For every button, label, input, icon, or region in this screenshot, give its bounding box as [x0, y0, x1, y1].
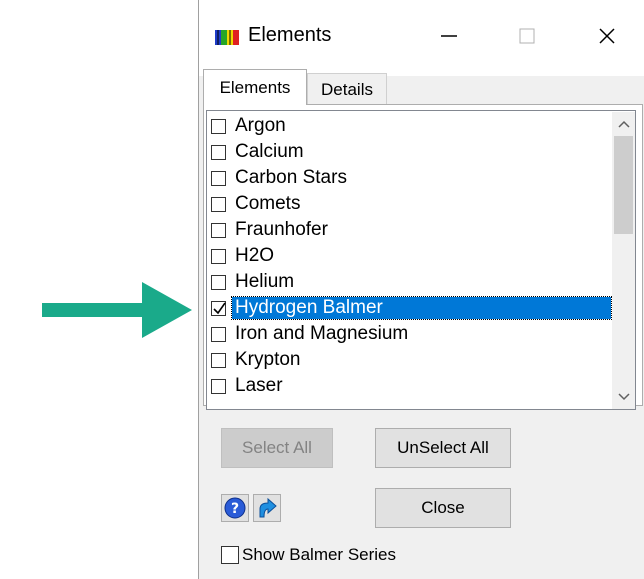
scroll-up-button[interactable]: [612, 112, 635, 136]
list-item[interactable]: Fraunhofer: [211, 217, 611, 243]
show-balmer-checkbox[interactable]: [221, 546, 239, 564]
list-item-label: H2O: [235, 245, 275, 266]
list-item-label: Comets: [235, 193, 301, 214]
list-item-label: Argon: [235, 115, 286, 136]
close-window-button[interactable]: [587, 16, 627, 56]
list-item-label: Laser: [235, 375, 283, 396]
list-item-label: Fraunhofer: [235, 219, 328, 240]
list-item[interactable]: Carbon Stars: [211, 165, 611, 191]
item-checkbox[interactable]: [211, 222, 226, 238]
list-item-label: Krypton: [235, 349, 301, 370]
window-title: Elements: [248, 24, 332, 46]
elements-listbox[interactable]: Argon Calcium Carbon Stars Comets Fraunhofer…: [206, 110, 636, 410]
elements-window: Elements Elements Details Argon Calcium Ca…: [198, 0, 644, 579]
item-checkbox[interactable]: [211, 118, 226, 134]
tab-details[interactable]: Details: [307, 73, 387, 105]
item-checkbox[interactable]: [211, 326, 226, 342]
external-link-button[interactable]: [253, 494, 281, 522]
item-checkbox[interactable]: [211, 274, 226, 290]
maximize-button[interactable]: [507, 16, 547, 56]
item-checkbox[interactable]: [211, 196, 226, 212]
list-item[interactable]: Hydrogen Balmer: [211, 295, 612, 321]
vertical-scrollbar[interactable]: [612, 112, 635, 409]
unselect-all-button[interactable]: UnSelect All: [375, 428, 511, 468]
select-all-button[interactable]: Select All: [221, 428, 333, 468]
help-icon: ?: [224, 497, 246, 519]
list-item[interactable]: Argon: [211, 113, 611, 139]
checkmark-icon: [213, 302, 226, 314]
item-checkbox[interactable]: [211, 300, 226, 316]
list-item-label: Hydrogen Balmer: [231, 296, 612, 320]
show-balmer-option[interactable]: Show Balmer Series: [221, 545, 396, 565]
close-button[interactable]: Close: [375, 488, 511, 528]
minimize-button[interactable]: [429, 16, 469, 56]
annotation-arrow-icon: [42, 282, 192, 338]
item-checkbox[interactable]: [211, 378, 226, 394]
close-icon: [599, 28, 615, 44]
help-button[interactable]: ?: [221, 494, 249, 522]
chevron-up-icon: [617, 120, 630, 128]
list-item-label: Iron and Magnesium: [235, 323, 409, 344]
list-item[interactable]: Comets: [211, 191, 611, 217]
item-checkbox[interactable]: [211, 144, 226, 160]
scroll-down-button[interactable]: [612, 385, 635, 409]
list-item[interactable]: Laser: [211, 373, 611, 399]
title-bar[interactable]: Elements: [199, 0, 644, 76]
item-checkbox[interactable]: [211, 352, 226, 368]
chevron-down-icon: [617, 393, 630, 401]
list-item-label: Carbon Stars: [235, 167, 347, 188]
list-item[interactable]: Helium: [211, 269, 611, 295]
list-item[interactable]: Iron and Magnesium: [211, 321, 611, 347]
tab-elements[interactable]: Elements: [203, 69, 307, 105]
item-checkbox[interactable]: [211, 248, 226, 264]
spectrum-icon: [215, 30, 239, 45]
list-item-label: Calcium: [235, 141, 304, 162]
list-item[interactable]: Calcium: [211, 139, 611, 165]
minimize-icon: [441, 35, 457, 37]
scrollbar-thumb[interactable]: [614, 136, 633, 234]
show-balmer-label: Show Balmer Series: [242, 545, 397, 564]
list-item[interactable]: Krypton: [211, 347, 611, 373]
maximize-icon: [519, 28, 535, 44]
item-checkbox[interactable]: [211, 170, 226, 186]
list-item-label: Helium: [235, 271, 295, 292]
external-link-icon: [259, 497, 277, 518]
list-item[interactable]: H2O: [211, 243, 611, 269]
svg-text:?: ?: [231, 501, 239, 517]
